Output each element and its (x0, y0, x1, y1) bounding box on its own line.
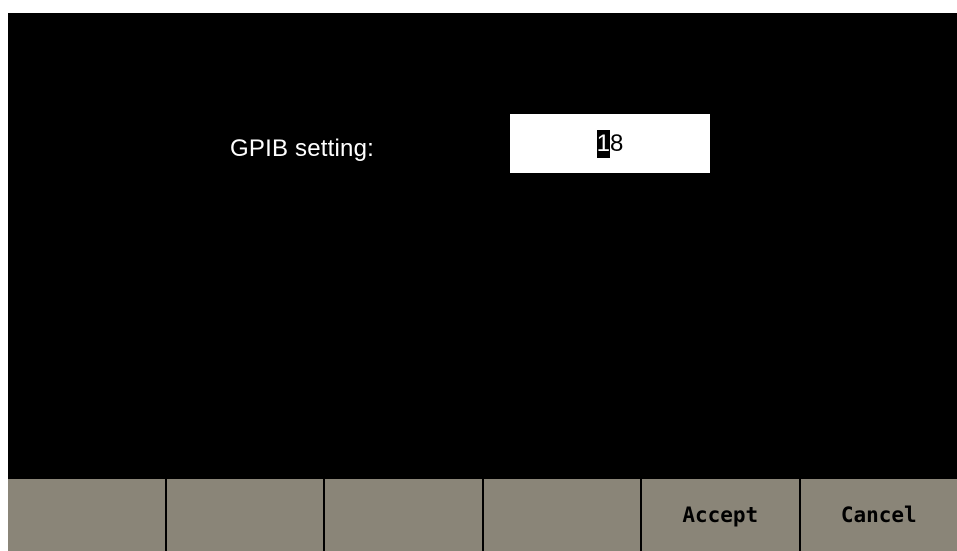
instrument-screen: GPIB setting: 18 Accept Cancel (8, 13, 957, 551)
cursor-digit: 1 (596, 129, 610, 158)
address-digits: 8 (610, 129, 624, 157)
gpib-setting-label: GPIB setting: (230, 135, 374, 162)
cancel-button[interactable]: Cancel (800, 479, 957, 551)
accept-button[interactable]: Accept (642, 479, 801, 551)
gpib-address-input[interactable]: 18 (510, 114, 710, 173)
softkey-2[interactable] (166, 479, 325, 551)
softkey-bar: Accept Cancel (8, 479, 957, 551)
softkey-4[interactable] (483, 479, 642, 551)
softkey-3[interactable] (325, 479, 484, 551)
softkey-1[interactable] (8, 479, 167, 551)
